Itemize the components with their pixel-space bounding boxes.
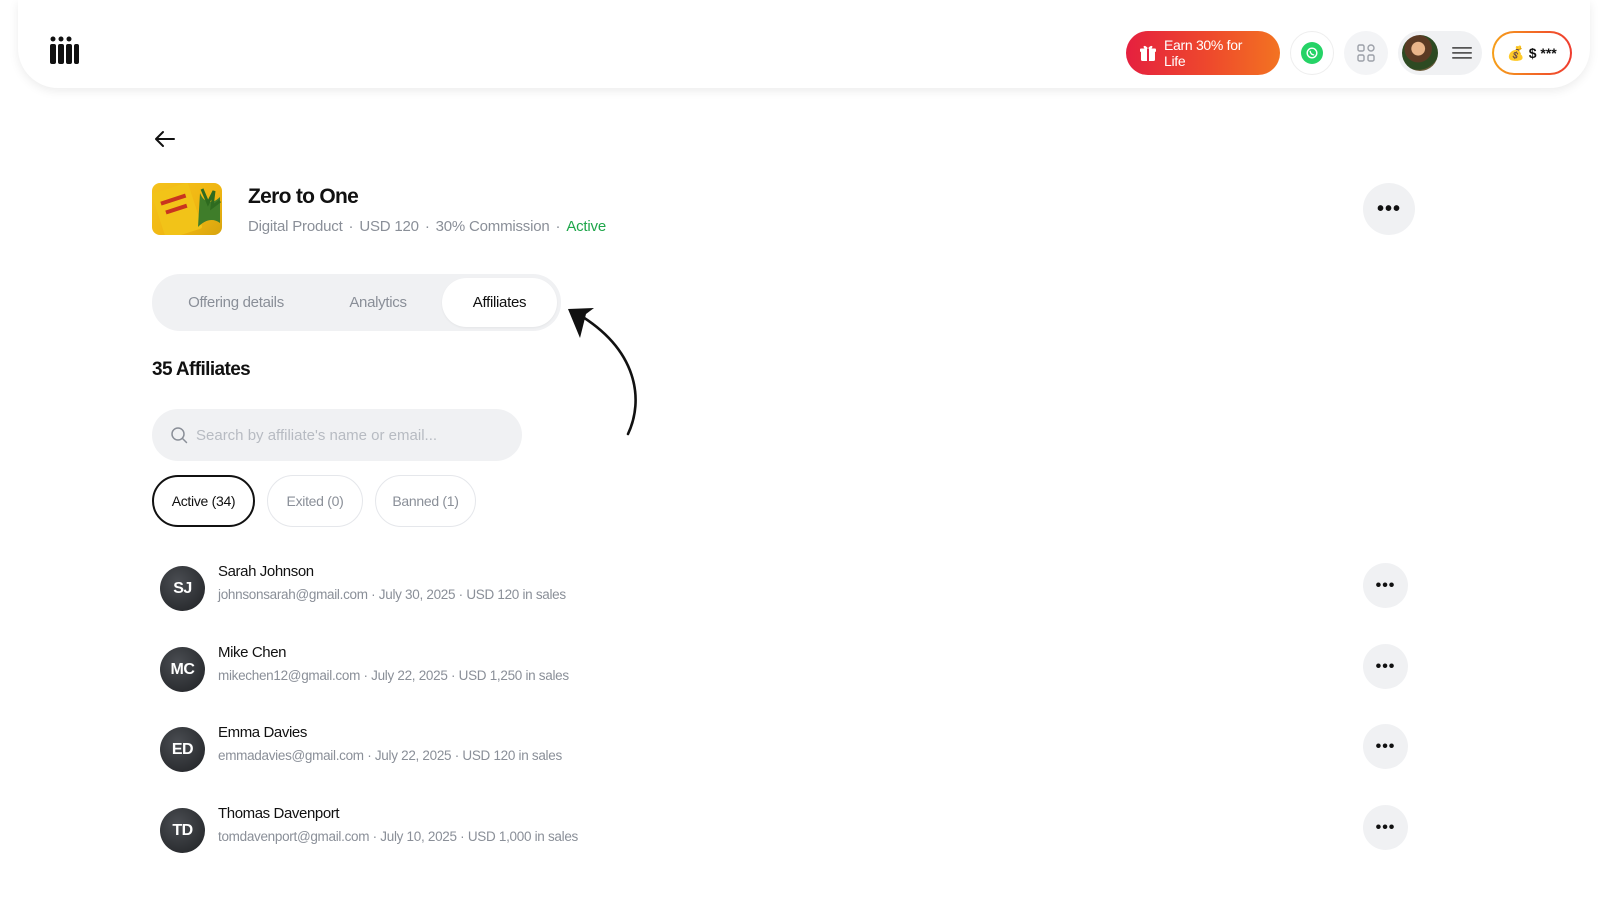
affiliate-sales: USD 120 in sales bbox=[466, 587, 566, 602]
search-icon bbox=[171, 427, 188, 444]
more-dots-icon: ••• bbox=[1375, 737, 1396, 755]
affiliate-email: johnsonsarah@gmail.com bbox=[218, 587, 368, 602]
user-avatar[interactable] bbox=[1402, 35, 1438, 71]
affiliate-row[interactable]: SJ Sarah Johnson johnsonsarah@gmail.com … bbox=[160, 563, 1408, 611]
affiliate-date: July 30, 2025 bbox=[378, 587, 456, 602]
back-arrow-icon[interactable] bbox=[152, 128, 178, 150]
separator-dot: · bbox=[460, 829, 468, 844]
affiliate-avatar: MC bbox=[160, 647, 205, 692]
separator-dot: · bbox=[348, 218, 354, 235]
tab-bar: Offering details Analytics Affiliates bbox=[152, 274, 561, 331]
product-more-button[interactable]: ••• bbox=[1363, 183, 1415, 235]
annotation-arrow-icon bbox=[568, 308, 637, 436]
brand-logo-icon[interactable] bbox=[49, 36, 79, 66]
tab-offering-details[interactable]: Offering details bbox=[174, 274, 298, 331]
affiliate-avatar: TD bbox=[160, 808, 205, 853]
more-dots-icon: ••• bbox=[1376, 197, 1401, 220]
profile-menu[interactable] bbox=[1398, 31, 1482, 75]
hamburger-menu-icon[interactable] bbox=[1452, 46, 1472, 60]
separator-dot: · bbox=[363, 668, 372, 683]
separator-dot: · bbox=[367, 748, 375, 763]
affiliate-date: July 22, 2025 bbox=[371, 668, 448, 683]
money-bag-icon: 💰 bbox=[1507, 44, 1525, 61]
separator-dot: · bbox=[371, 587, 379, 602]
tab-analytics[interactable]: Analytics bbox=[330, 274, 426, 331]
wallet-balance: $ *** bbox=[1528, 45, 1557, 61]
affiliate-name: Mike Chen bbox=[218, 644, 287, 661]
more-dots-icon: ••• bbox=[1375, 818, 1396, 836]
affiliate-more-button[interactable]: ••• bbox=[1363, 805, 1408, 850]
affiliate-search bbox=[152, 409, 522, 461]
whatsapp-button[interactable] bbox=[1290, 31, 1334, 75]
separator-dot: · bbox=[451, 668, 459, 683]
product-status: Active bbox=[566, 218, 606, 235]
affiliates-count-title: 35 Affiliates bbox=[152, 359, 251, 380]
separator-dot: · bbox=[424, 218, 430, 235]
product-title: Zero to One bbox=[248, 185, 359, 208]
affiliate-name: Sarah Johnson bbox=[218, 563, 314, 580]
wallet-balance-button[interactable]: 💰 $ *** bbox=[1492, 31, 1572, 75]
affiliate-sales: USD 1,000 in sales bbox=[467, 829, 578, 844]
affiliate-row[interactable]: TD Thomas Davenport tomdavenport@gmail.c… bbox=[160, 805, 1408, 853]
filter-exited[interactable]: Exited (0) bbox=[267, 475, 363, 527]
filter-active[interactable]: Active (34) bbox=[152, 475, 255, 527]
affiliate-meta: johnsonsarah@gmail.com · July 30, 2025 ·… bbox=[218, 587, 566, 602]
search-input[interactable] bbox=[196, 426, 496, 444]
apps-grid-icon bbox=[1357, 44, 1375, 62]
separator-dot: · bbox=[555, 218, 561, 235]
gift-icon bbox=[1139, 45, 1156, 61]
more-dots-icon: ••• bbox=[1375, 657, 1396, 675]
product-commission: 30% Commission bbox=[435, 218, 550, 235]
affiliate-name: Thomas Davenport bbox=[218, 805, 340, 822]
affiliate-meta: mikechen12@gmail.com · July 22, 2025 · U… bbox=[218, 668, 569, 683]
affiliate-sales: USD 120 in sales bbox=[462, 748, 562, 763]
affiliate-date: July 22, 2025 bbox=[374, 748, 452, 763]
more-dots-icon: ••• bbox=[1375, 576, 1396, 594]
filter-banned[interactable]: Banned (1) bbox=[375, 475, 476, 527]
earn-referral-button[interactable]: Earn 30% for Life bbox=[1126, 31, 1280, 75]
product-price: USD 120 bbox=[359, 218, 419, 235]
affiliate-row[interactable]: ED Emma Davies emmadavies@gmail.com · Ju… bbox=[160, 724, 1408, 772]
product-thumbnail bbox=[152, 183, 222, 235]
product-type: Digital Product bbox=[248, 218, 343, 235]
affiliate-more-button[interactable]: ••• bbox=[1363, 724, 1408, 769]
top-bar: Earn 30% for Life 💰 $ *** bbox=[18, 0, 1590, 88]
apps-button[interactable] bbox=[1344, 31, 1388, 75]
tab-affiliates[interactable]: Affiliates bbox=[442, 278, 557, 327]
affiliate-more-button[interactable]: ••• bbox=[1363, 563, 1408, 608]
affiliate-meta: emmadavies@gmail.com · July 22, 2025 · U… bbox=[218, 748, 562, 763]
affiliate-date: July 10, 2025 bbox=[380, 829, 457, 844]
affiliate-meta: tomdavenport@gmail.com · July 10, 2025 ·… bbox=[218, 829, 578, 844]
affiliate-more-button[interactable]: ••• bbox=[1363, 644, 1408, 689]
affiliate-avatar: ED bbox=[160, 727, 205, 772]
whatsapp-icon bbox=[1301, 42, 1323, 64]
affiliate-email: emmadavies@gmail.com bbox=[218, 748, 364, 763]
affiliate-row[interactable]: MC Mike Chen mikechen12@gmail.com · July… bbox=[160, 644, 1408, 692]
affiliate-sales: USD 1,250 in sales bbox=[458, 668, 569, 683]
affiliate-avatar: SJ bbox=[160, 566, 205, 611]
affiliate-email: tomdavenport@gmail.com bbox=[218, 829, 370, 844]
product-meta: Digital Product · USD 120 · 30% Commissi… bbox=[248, 218, 606, 235]
earn-label: Earn 30% for Life bbox=[1163, 37, 1243, 69]
affiliate-name: Emma Davies bbox=[218, 724, 307, 741]
affiliate-email: mikechen12@gmail.com bbox=[218, 668, 361, 683]
